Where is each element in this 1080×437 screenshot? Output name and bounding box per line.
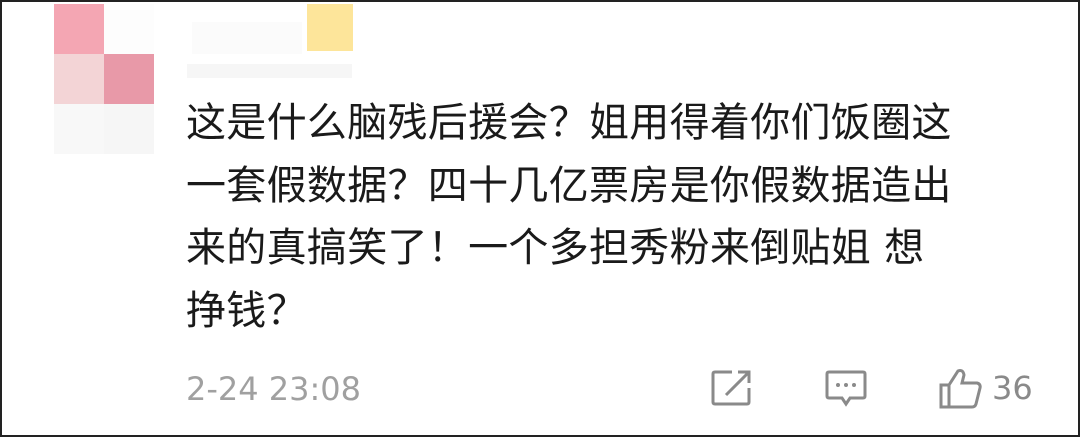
avatar-tile <box>104 54 154 104</box>
user-badge <box>307 4 353 51</box>
comment-icon <box>825 370 867 407</box>
comment-text: 这是什么脑残后援会？姐用得着你们饭圈这 一套假数据？四十几亿票房是你假数据造出 … <box>186 92 1046 342</box>
share-icon <box>711 370 751 406</box>
avatar-tile <box>54 104 104 154</box>
avatar-tile <box>54 54 104 104</box>
like-count: 36 <box>992 369 1033 407</box>
share-button[interactable] <box>710 366 760 410</box>
avatar[interactable] <box>54 4 154 154</box>
avatar-tile <box>54 4 104 54</box>
username-redacted[interactable] <box>192 22 302 54</box>
comment-line: 挣钱？ <box>186 287 307 334</box>
avatar-tile <box>104 104 154 154</box>
comment-line: 这是什么脑残后援会？姐用得着你们饭圈这 <box>186 100 952 146</box>
thumbs-up-icon <box>939 369 982 409</box>
like-button[interactable]: 36 <box>938 366 1048 410</box>
user-meta-redacted <box>187 64 352 78</box>
comment-timestamp: 2-24 23:08 <box>186 370 362 408</box>
comment-card: 这是什么脑残后援会？姐用得着你们饭圈这 一套假数据？四十几亿票房是你假数据造出 … <box>0 0 1080 437</box>
comment-line: 一套假数据？四十几亿票房是你假数据造出 <box>186 162 952 209</box>
comment-line: 来的真搞笑了！一个多担秀粉来倒贴姐 想 <box>186 225 925 271</box>
reply-button[interactable] <box>824 366 874 410</box>
avatar-tile <box>104 4 154 54</box>
